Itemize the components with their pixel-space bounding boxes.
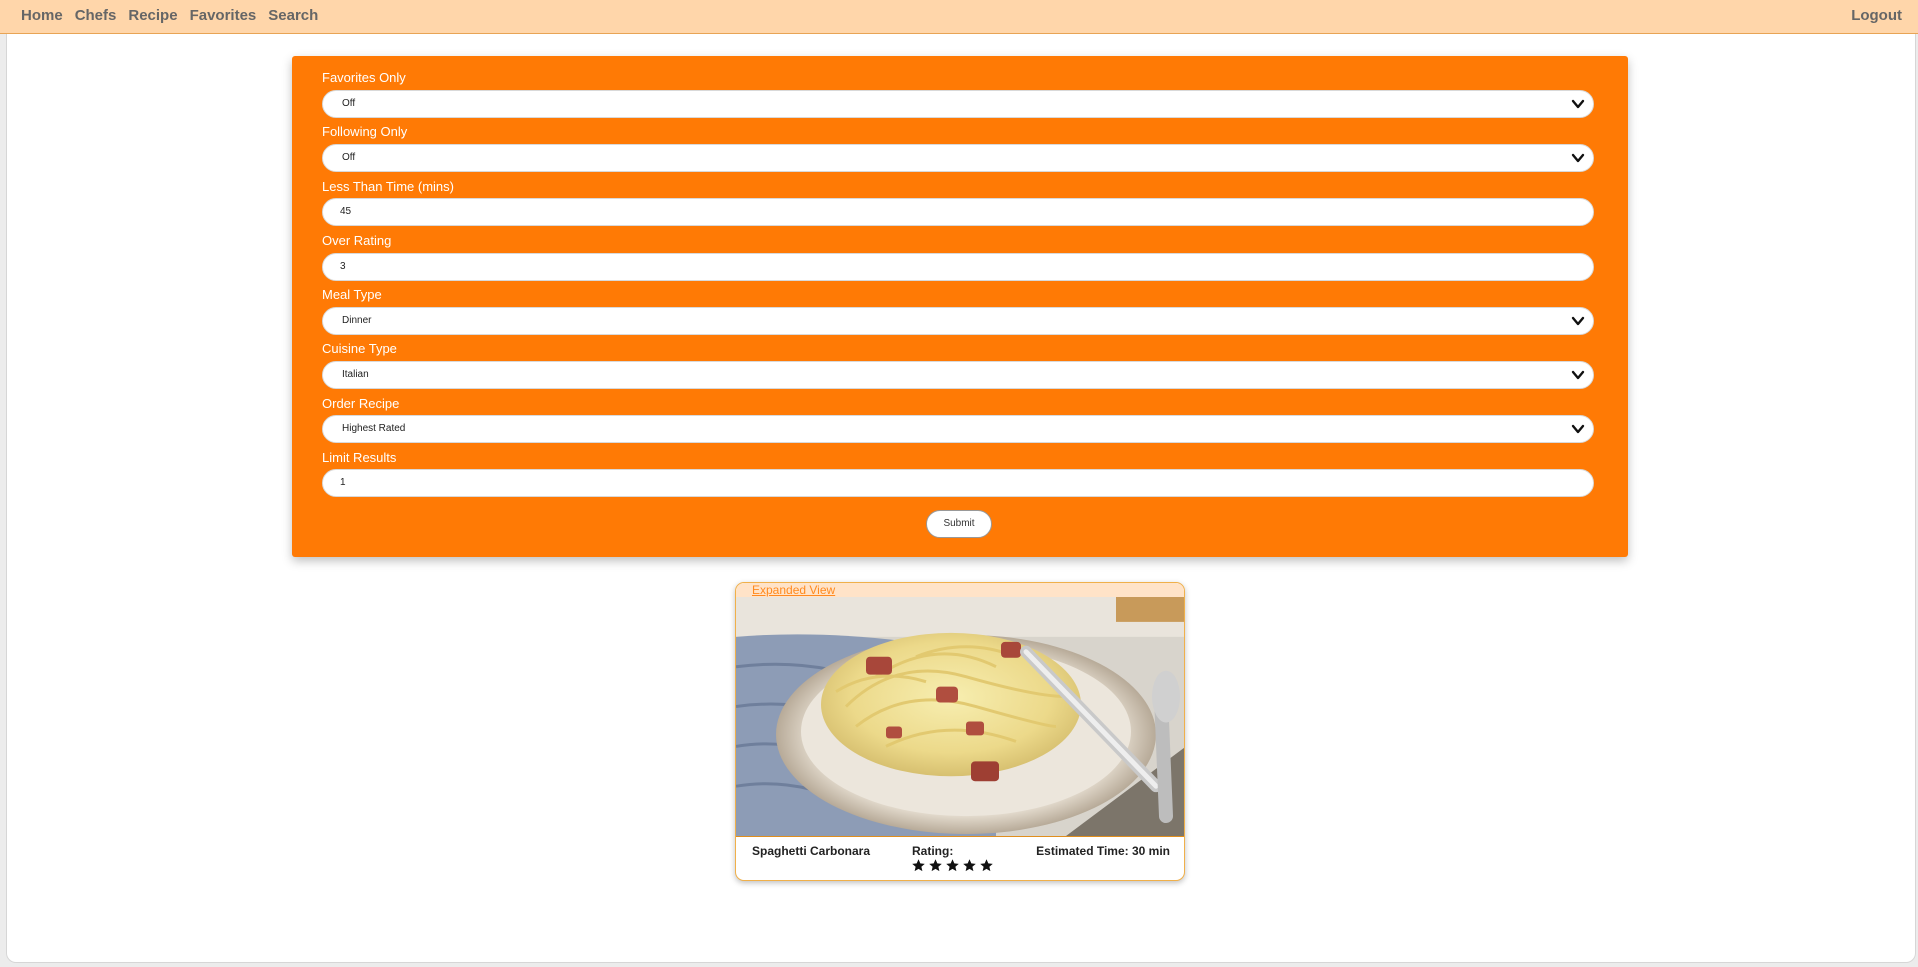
following-only-label: Following Only xyxy=(322,124,408,139)
cuisine-type-select[interactable]: Italian xyxy=(322,361,1594,389)
favorites-only-select[interactable]: Off xyxy=(322,90,1594,118)
rating-label: Rating: xyxy=(912,844,954,858)
star-icon xyxy=(912,859,925,872)
meal-type-value: Dinner xyxy=(342,315,372,326)
following-only-select[interactable]: Off xyxy=(322,144,1594,172)
less-than-time-input[interactable]: 45 xyxy=(322,198,1594,226)
recipe-name: Spaghetti Carbonara xyxy=(752,844,871,858)
chevron-down-icon xyxy=(1571,153,1585,163)
limit-results-value: 1 xyxy=(340,477,346,488)
submit-button[interactable]: Submit xyxy=(926,510,992,538)
top-navbar: Home Chefs Recipe Favorites Search Logou… xyxy=(0,0,1918,34)
favorites-only-value: Off xyxy=(342,98,356,109)
star-icon xyxy=(929,859,942,872)
less-than-time-value: 45 xyxy=(340,206,352,217)
estimated-time: Estimated Time: 30 min xyxy=(1036,844,1170,858)
order-recipe-label: Order Recipe xyxy=(322,396,400,411)
limit-results-label: Limit Results xyxy=(322,450,397,465)
cuisine-type-label: Cuisine Type xyxy=(322,341,397,356)
recipe-card: Expanded View Spaghetti Carbonara Rating… xyxy=(735,582,1185,881)
expanded-view-link[interactable]: Expanded View xyxy=(752,583,835,597)
rating-stars xyxy=(911,858,994,873)
star-icon xyxy=(963,859,976,872)
chevron-down-icon xyxy=(1571,316,1585,326)
meal-type-select[interactable]: Dinner xyxy=(322,307,1594,335)
nav-favorites-link[interactable]: Favorites xyxy=(190,7,257,24)
star-icon xyxy=(980,859,993,872)
logout-link[interactable]: Logout xyxy=(1851,7,1902,24)
cuisine-type-value: Italian xyxy=(342,369,369,380)
recipe-image[interactable] xyxy=(736,597,1185,837)
nav-home-link[interactable]: Home xyxy=(21,7,63,24)
meal-type-label: Meal Type xyxy=(322,287,382,302)
following-only-value: Off xyxy=(342,152,356,163)
favorites-only-label: Favorites Only xyxy=(322,70,406,85)
over-rating-label: Over Rating xyxy=(322,233,392,248)
star-icon xyxy=(946,859,959,872)
chevron-down-icon xyxy=(1571,370,1585,380)
nav-recipe-link[interactable]: Recipe xyxy=(128,7,177,24)
limit-results-input[interactable]: 1 xyxy=(322,469,1594,497)
search-filter-panel: Favorites Only Off Following Only Off Le… xyxy=(292,56,1628,557)
nav-chefs-link[interactable]: Chefs xyxy=(75,7,117,24)
nav-links: Home Chefs Recipe Favorites Search xyxy=(21,7,330,24)
chevron-down-icon xyxy=(1571,424,1585,434)
over-rating-input[interactable]: 3 xyxy=(322,253,1594,281)
order-recipe-value: Highest Rated xyxy=(342,423,406,434)
nav-search-link[interactable]: Search xyxy=(268,7,318,24)
order-recipe-select[interactable]: Highest Rated xyxy=(322,415,1594,443)
chevron-down-icon xyxy=(1571,99,1585,109)
over-rating-value: 3 xyxy=(340,261,346,272)
less-than-time-label: Less Than Time (mins) xyxy=(322,179,454,194)
